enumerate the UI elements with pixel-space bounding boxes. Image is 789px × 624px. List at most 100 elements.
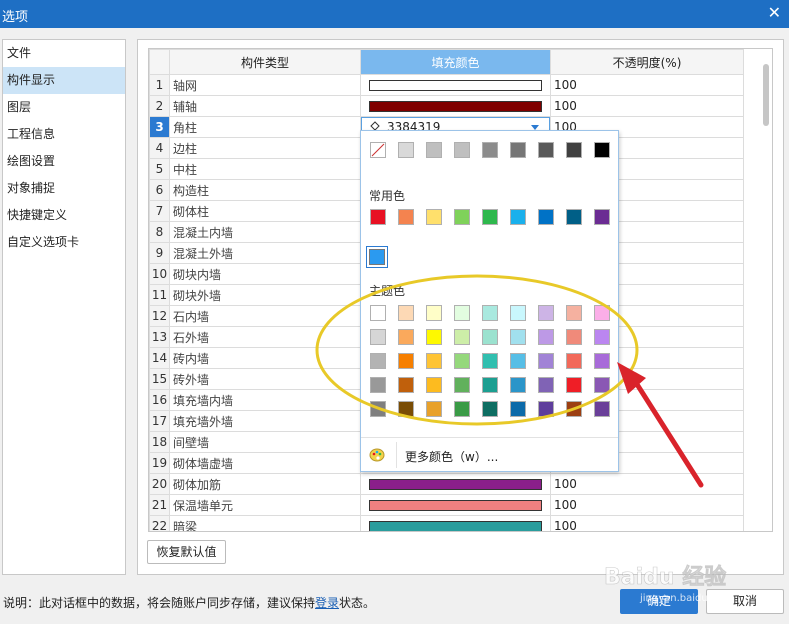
common-color-swatch[interactable] [594, 209, 610, 225]
theme-color-swatch[interactable] [482, 305, 498, 321]
table-row[interactable]: 1 轴网 100 [149, 74, 744, 96]
opacity-cell[interactable]: 100 [550, 95, 744, 117]
recent-color-swatch[interactable] [366, 246, 388, 268]
theme-color-swatch[interactable] [370, 377, 386, 393]
table-row[interactable]: 20 砌体加筋 100 [149, 473, 744, 495]
fill-color-cell[interactable] [360, 95, 551, 117]
standard-color-swatch[interactable] [398, 142, 414, 158]
theme-color-swatch[interactable] [482, 401, 498, 417]
theme-color-swatch[interactable] [594, 377, 610, 393]
theme-color-swatch[interactable] [482, 329, 498, 345]
component-type-cell[interactable]: 砌块外墙 [169, 284, 361, 306]
theme-color-swatch[interactable] [454, 401, 470, 417]
theme-color-swatch[interactable] [594, 305, 610, 321]
component-type-cell[interactable]: 暗梁 [169, 515, 361, 531]
cancel-button[interactable]: 取消 [706, 589, 784, 614]
standard-color-swatch[interactable] [370, 142, 386, 158]
standard-color-swatch[interactable] [426, 142, 442, 158]
standard-color-swatch[interactable] [538, 142, 554, 158]
common-color-swatch[interactable] [454, 209, 470, 225]
common-color-swatch[interactable] [426, 209, 442, 225]
component-type-cell[interactable]: 石内墙 [169, 305, 361, 327]
theme-color-swatch[interactable] [594, 329, 610, 345]
table-row[interactable]: 22 暗梁 100 [149, 515, 744, 531]
sidebar-item[interactable]: 工程信息 [3, 121, 125, 148]
component-type-cell[interactable]: 砌体墙虚墙 [169, 452, 361, 474]
theme-color-swatch[interactable] [426, 353, 442, 369]
close-icon[interactable]: ✕ [768, 4, 781, 22]
component-type-cell[interactable]: 填充墙内墙 [169, 389, 361, 411]
component-type-cell[interactable]: 填充墙外墙 [169, 410, 361, 432]
theme-color-swatch[interactable] [370, 329, 386, 345]
theme-color-swatch[interactable] [566, 329, 582, 345]
theme-color-swatch[interactable] [566, 353, 582, 369]
component-type-cell[interactable]: 构造柱 [169, 179, 361, 201]
theme-color-swatch[interactable] [538, 401, 554, 417]
theme-color-swatch[interactable] [594, 353, 610, 369]
component-type-cell[interactable]: 混凝土外墙 [169, 242, 361, 264]
theme-color-swatch[interactable] [426, 305, 442, 321]
component-type-cell[interactable]: 砖内墙 [169, 347, 361, 369]
vertical-scrollbar[interactable] [760, 54, 772, 530]
sidebar-item[interactable]: 快捷键定义 [3, 202, 125, 229]
theme-color-swatch[interactable] [426, 329, 442, 345]
sidebar-item[interactable]: 绘图设置 [3, 148, 125, 175]
component-type-cell[interactable]: 石外墙 [169, 326, 361, 348]
fill-color-cell[interactable] [360, 473, 551, 495]
theme-color-swatch[interactable] [482, 353, 498, 369]
theme-color-swatch[interactable] [510, 329, 526, 345]
component-type-cell[interactable]: 边柱 [169, 137, 361, 159]
table-row[interactable]: 2 辅轴 100 [149, 95, 744, 117]
opacity-cell[interactable]: 100 [550, 74, 744, 96]
theme-color-swatch[interactable] [426, 401, 442, 417]
fill-color-cell[interactable] [360, 74, 551, 96]
sidebar-item[interactable]: 对象捕捉 [3, 175, 125, 202]
theme-color-swatch[interactable] [454, 377, 470, 393]
component-type-cell[interactable]: 轴网 [169, 74, 361, 96]
sidebar-item[interactable]: 图层 [3, 94, 125, 121]
component-type-cell[interactable]: 砌块内墙 [169, 263, 361, 285]
column-header-type[interactable]: 构件类型 [169, 49, 361, 75]
theme-color-swatch[interactable] [454, 305, 470, 321]
sidebar-item[interactable]: 自定义选项卡 [3, 229, 125, 256]
common-color-swatch[interactable] [370, 209, 386, 225]
fill-color-cell[interactable] [360, 494, 551, 516]
theme-color-swatch[interactable] [510, 401, 526, 417]
theme-color-swatch[interactable] [426, 377, 442, 393]
theme-color-swatch[interactable] [398, 329, 414, 345]
component-type-cell[interactable]: 中柱 [169, 158, 361, 180]
theme-color-swatch[interactable] [510, 353, 526, 369]
common-color-swatch[interactable] [398, 209, 414, 225]
theme-color-swatch[interactable] [510, 377, 526, 393]
theme-color-swatch[interactable] [482, 377, 498, 393]
theme-color-swatch[interactable] [538, 329, 554, 345]
login-link[interactable]: 登录 [315, 596, 339, 610]
standard-color-swatch[interactable] [454, 142, 470, 158]
theme-color-swatch[interactable] [370, 353, 386, 369]
ok-button[interactable]: 确定 [620, 589, 698, 614]
theme-color-swatch[interactable] [398, 377, 414, 393]
theme-color-swatch[interactable] [538, 305, 554, 321]
more-colors-button[interactable]: 更多颜色（w）... [361, 438, 618, 471]
component-type-cell[interactable]: 混凝土内墙 [169, 221, 361, 243]
column-header-fill-color[interactable]: 填充颜色 [360, 49, 551, 75]
component-type-cell[interactable]: 角柱 [169, 116, 361, 138]
common-color-swatch[interactable] [538, 209, 554, 225]
reset-defaults-button[interactable]: 恢复默认值 [147, 540, 226, 564]
standard-color-swatch[interactable] [594, 142, 610, 158]
theme-color-swatch[interactable] [538, 353, 554, 369]
theme-color-swatch[interactable] [566, 401, 582, 417]
theme-color-swatch[interactable] [454, 353, 470, 369]
theme-color-swatch[interactable] [398, 305, 414, 321]
theme-color-swatch[interactable] [398, 353, 414, 369]
theme-color-swatch[interactable] [370, 401, 386, 417]
sidebar-item[interactable]: 文件 [3, 40, 125, 67]
standard-color-swatch[interactable] [510, 142, 526, 158]
theme-color-swatch[interactable] [370, 305, 386, 321]
column-header-opacity[interactable]: 不透明度(%) [550, 49, 744, 75]
scrollbar-thumb[interactable] [763, 64, 769, 126]
theme-color-swatch[interactable] [594, 401, 610, 417]
theme-color-swatch[interactable] [510, 305, 526, 321]
theme-color-swatch[interactable] [454, 329, 470, 345]
theme-color-swatch[interactable] [398, 401, 414, 417]
